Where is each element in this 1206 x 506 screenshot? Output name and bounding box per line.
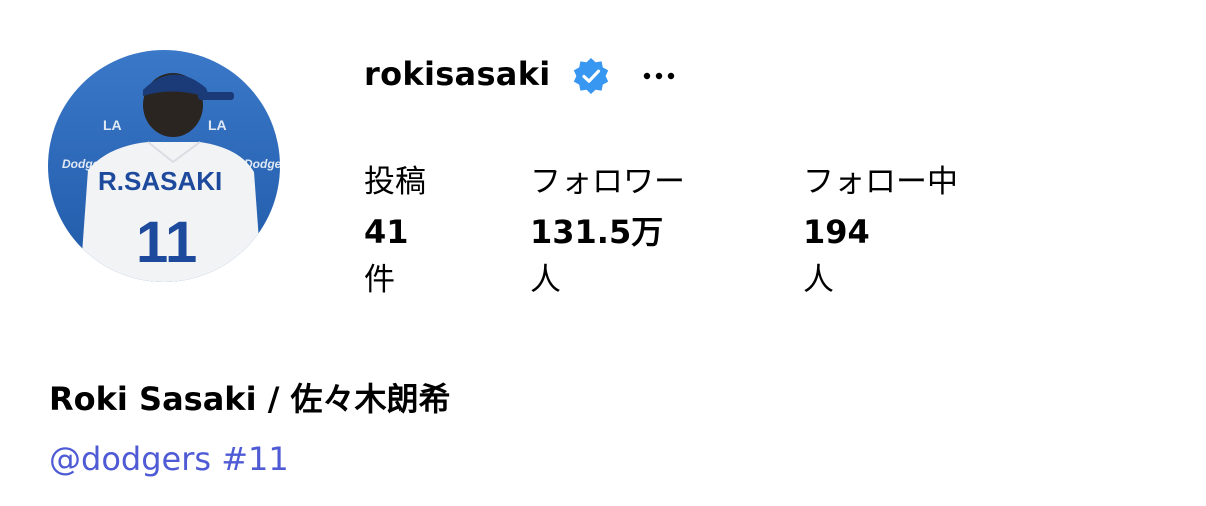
svg-text:LA: LA	[103, 117, 122, 133]
mention-link[interactable]: @dodgers	[49, 440, 211, 478]
stat-posts-label: 投稿	[364, 164, 426, 200]
jersey-number: 11	[136, 210, 197, 275]
hashtag-link[interactable]: #11	[221, 440, 289, 478]
profile-avatar[interactable]: LA LA Dodgers Dodgers R.SASAKI 11	[48, 50, 280, 282]
stat-followers-value: 131.5万	[530, 213, 664, 251]
svg-text:LA: LA	[208, 117, 227, 133]
stat-following-value: 194	[803, 213, 870, 251]
stat-followers-unit: 人	[530, 262, 561, 298]
display-name: Roki Sasaki / 佐々木朗希	[49, 380, 451, 418]
stat-following-unit: 人	[803, 262, 834, 298]
stat-posts-unit: 件	[364, 262, 395, 298]
stat-followers-label: フォロワー	[530, 164, 685, 200]
more-options-icon[interactable]	[640, 58, 680, 94]
stat-following-label: フォロー中	[803, 164, 958, 200]
jersey-name: R.SASAKI	[98, 166, 222, 196]
username: rokisasaki	[364, 55, 551, 93]
stat-posts-value: 41	[364, 213, 409, 251]
verified-badge-icon	[571, 56, 611, 96]
bio-mention-link[interactable]: @dodgers #11	[49, 436, 289, 482]
